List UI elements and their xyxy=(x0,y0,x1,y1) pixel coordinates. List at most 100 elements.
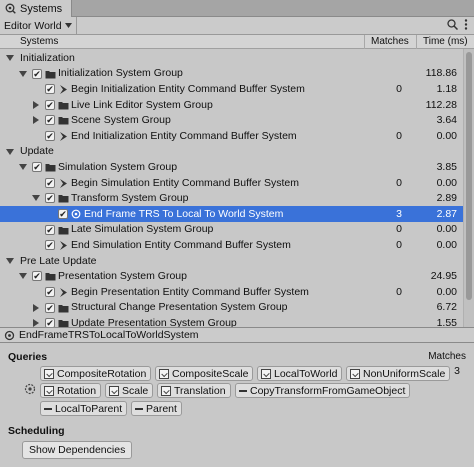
enable-checkbox[interactable]: ✔ xyxy=(58,209,68,219)
enable-checkbox[interactable]: ✔ xyxy=(45,287,55,297)
enable-checkbox[interactable]: ✔ xyxy=(32,271,42,282)
expand-arrow-right-icon[interactable] xyxy=(33,303,39,312)
expand-arrow-down-icon[interactable] xyxy=(6,257,14,264)
component-chip[interactable]: CompositeRotation xyxy=(40,366,152,381)
system-icon xyxy=(71,209,81,219)
column-systems[interactable]: Systems xyxy=(20,36,58,47)
tree-row-label: Transform System Group xyxy=(71,192,189,205)
tree-world-row[interactable]: Pre Late Update xyxy=(0,253,463,269)
component-chip[interactable]: CopyTransformFromGameObject xyxy=(235,383,411,398)
exclude-icon xyxy=(135,407,143,410)
tree-row-label: Late Simulation System Group xyxy=(71,223,214,236)
tree-row-time: 3.64 xyxy=(436,114,457,127)
tree-row[interactable]: ✔ Structural Change Presentation System G… xyxy=(0,300,463,316)
more-options-icon[interactable] xyxy=(464,19,468,30)
scrollbar-thumb[interactable] xyxy=(466,52,472,300)
tree-row[interactable]: ✔ Live Link Editor System Group 112.28 xyxy=(0,97,463,113)
enable-checkbox[interactable]: ✔ xyxy=(45,224,55,235)
tree-row[interactable]: ✔ Late Simulation System Group 0 0.00 xyxy=(0,222,463,238)
component-chip-label: Rotation xyxy=(57,384,97,397)
folder-icon xyxy=(58,304,69,313)
component-chip-label: LocalToWorld xyxy=(274,367,338,380)
tree-row-matches: 0 xyxy=(396,129,402,142)
tree-row[interactable]: ✔ Begin Simulation Entity Command Buffer … xyxy=(0,175,463,191)
tree-row-label: End Initialization Entity Command Buffer… xyxy=(71,129,297,142)
component-chip[interactable]: LocalToParent xyxy=(40,401,128,416)
enable-checkbox[interactable]: ✔ xyxy=(32,68,42,79)
show-dependencies-button[interactable]: Show Dependencies xyxy=(22,441,133,459)
tree-row-time: 0.00 xyxy=(436,176,457,189)
tree-row[interactable]: ✔ Update Presentation System Group 1.55 xyxy=(0,315,463,327)
tree-row[interactable]: ✔ Begin Initialization Entity Command Buf… xyxy=(0,81,463,97)
enable-checkbox[interactable]: ✔ xyxy=(45,99,55,110)
component-chip[interactable]: NonUniformScale xyxy=(346,366,451,381)
enable-checkbox[interactable]: ✔ xyxy=(45,318,55,327)
tree-row-label: Pre Late Update xyxy=(20,254,97,267)
tree-row-time: 0.00 xyxy=(436,223,457,236)
tree-scrollbar[interactable] xyxy=(463,49,474,327)
tree-row[interactable]: ✔ End Simulation Entity Command Buffer Sy… xyxy=(0,237,463,253)
command-buffer-icon xyxy=(60,132,67,141)
enable-checkbox[interactable]: ✔ xyxy=(45,240,55,251)
tree-row[interactable]: ✔ Simulation System Group 3.85 xyxy=(0,159,463,175)
tree-row-time: 0.00 xyxy=(436,238,457,251)
world-dropdown[interactable]: Editor World xyxy=(0,16,77,35)
queries-matches-value: 3 xyxy=(454,365,460,377)
component-chip[interactable]: LocalToWorld xyxy=(257,366,343,381)
expand-arrow-down-icon[interactable] xyxy=(19,273,27,280)
read-write-icon xyxy=(161,385,171,396)
tree-row[interactable]: ✔ End Frame TRS To Local To World System 3… xyxy=(0,206,463,222)
tree-row-label: Simulation System Group xyxy=(58,160,178,173)
read-write-icon xyxy=(44,385,54,396)
enable-checkbox[interactable]: ✔ xyxy=(45,84,55,95)
expand-arrow-down-icon[interactable] xyxy=(19,164,27,171)
enable-checkbox[interactable]: ✔ xyxy=(45,131,55,141)
tree-row[interactable]: ✔ End Initialization Entity Command Buffe… xyxy=(0,128,463,144)
toolbar: Editor World xyxy=(0,16,474,35)
expand-arrow-down-icon[interactable] xyxy=(19,70,27,77)
chevron-down-icon xyxy=(64,23,72,28)
tree-world-row[interactable]: Initialization xyxy=(0,50,463,66)
tree-row[interactable]: ✔ Begin Presentation Entity Command Buffe… xyxy=(0,284,463,300)
tree-world-row[interactable]: Update xyxy=(0,144,463,160)
search-icon[interactable] xyxy=(447,19,458,30)
tree-row-time: 118.86 xyxy=(425,67,457,80)
tree-row[interactable]: ✔ Scene System Group 3.64 xyxy=(0,112,463,128)
column-time[interactable]: Time (ms) xyxy=(423,36,468,47)
component-chip[interactable]: Translation xyxy=(157,383,231,398)
component-chip[interactable]: Rotation xyxy=(40,383,102,398)
tree-row-label: End Simulation Entity Command Buffer Sys… xyxy=(71,238,291,251)
tree-row[interactable]: ✔ Transform System Group 2.89 xyxy=(0,190,463,206)
component-chip-label: Parent xyxy=(146,402,177,415)
tree-row-time: 112.28 xyxy=(425,98,457,111)
tree-row[interactable]: ✔ Initialization System Group 118.86 xyxy=(0,66,463,82)
tree-row-label: Live Link Editor System Group xyxy=(71,98,213,111)
tree-row-label: Begin Simulation Entity Command Buffer S… xyxy=(71,176,299,189)
tree-row-time: 6.72 xyxy=(436,301,457,314)
folder-icon xyxy=(45,273,56,281)
tree-row[interactable]: ✔ Presentation System Group 24.95 xyxy=(0,268,463,284)
enable-checkbox[interactable]: ✔ xyxy=(32,162,42,173)
tab-systems[interactable]: Systems xyxy=(0,0,72,17)
tree-row-label: End Frame TRS To Local To World System xyxy=(84,207,284,220)
enable-checkbox[interactable]: ✔ xyxy=(45,177,55,188)
column-matches[interactable]: Matches xyxy=(371,36,409,47)
component-chip[interactable]: Scale xyxy=(105,383,154,398)
expand-arrow-down-icon[interactable] xyxy=(32,195,40,202)
enable-checkbox[interactable]: ✔ xyxy=(45,115,55,126)
enable-checkbox[interactable]: ✔ xyxy=(45,193,55,204)
command-buffer-icon xyxy=(60,85,67,95)
expand-arrow-right-icon[interactable] xyxy=(33,100,39,109)
expand-arrow-right-icon[interactable] xyxy=(33,116,39,125)
tree-row-time: 2.87 xyxy=(436,207,457,220)
component-chip[interactable]: CompositeScale xyxy=(155,366,254,381)
selected-system-name: EndFrameTRSToLocalToWorldSystem xyxy=(19,329,199,341)
expand-arrow-down-icon[interactable] xyxy=(6,55,14,61)
expand-arrow-right-icon[interactable] xyxy=(33,319,39,327)
expand-arrow-down-icon[interactable] xyxy=(6,148,14,155)
component-chip[interactable]: Parent xyxy=(131,401,182,416)
tree-row-time: 2.89 xyxy=(436,192,457,205)
command-buffer-icon xyxy=(60,288,67,297)
enable-checkbox[interactable]: ✔ xyxy=(45,302,55,313)
folder-icon xyxy=(58,195,69,203)
